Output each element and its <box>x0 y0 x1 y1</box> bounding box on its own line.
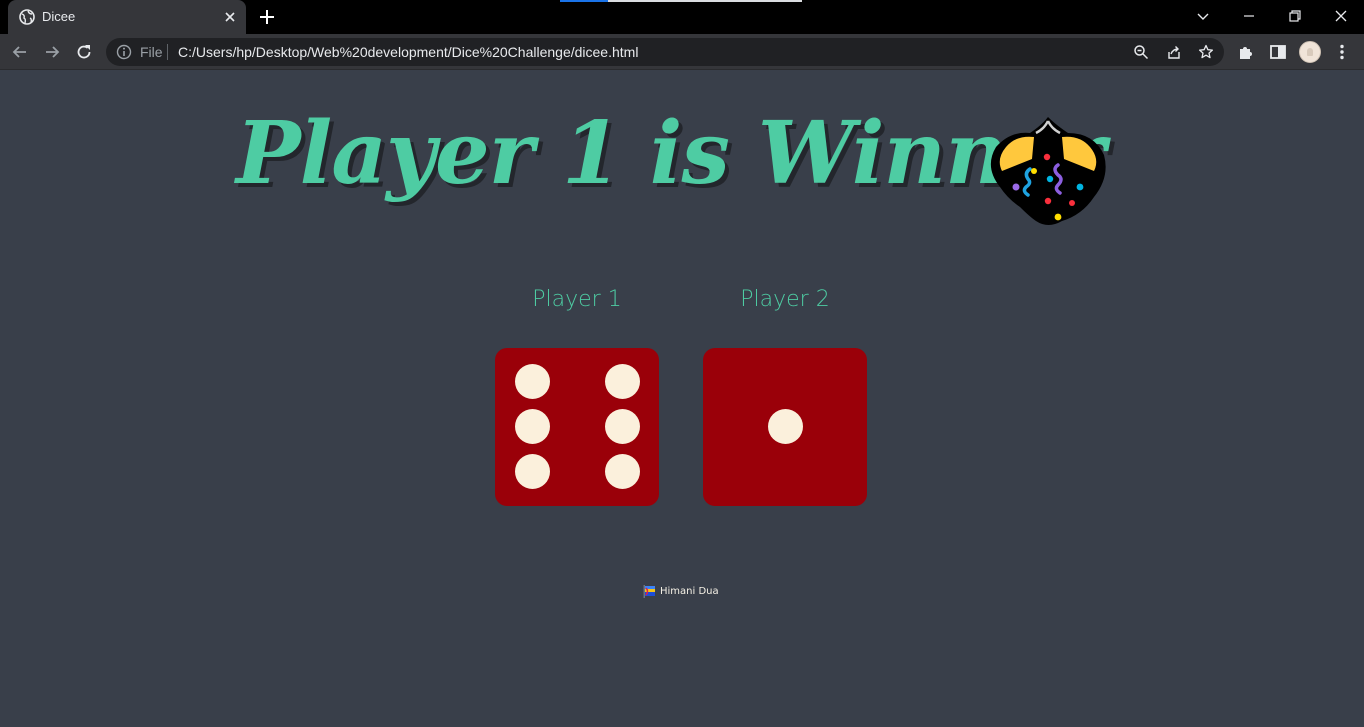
player-2-label: Player 2 <box>740 287 830 312</box>
dice-pip <box>515 454 550 489</box>
info-icon[interactable] <box>116 44 132 60</box>
party-popper-emoji <box>990 117 1106 225</box>
rainbow-flag-icon <box>643 584 655 598</box>
winner-headline: Player 1 is Winner <box>236 103 1106 204</box>
tab-search-icon[interactable] <box>1194 7 1212 25</box>
profile-avatar[interactable] <box>1299 41 1321 63</box>
close-tab-icon[interactable] <box>222 9 238 25</box>
avatar-glyph <box>1307 48 1313 56</box>
player-2-dice <box>703 348 867 506</box>
extensions-icon[interactable] <box>1236 42 1256 62</box>
dice-pip <box>605 454 640 489</box>
dice-pip <box>605 364 640 399</box>
zoom-out-icon[interactable] <box>1133 44 1149 60</box>
loading-progress-bar <box>560 0 802 2</box>
menu-kebab-icon[interactable] <box>1332 42 1352 62</box>
footer: Himani Dua <box>643 583 719 599</box>
reload-icon[interactable] <box>74 42 94 62</box>
close-window-icon[interactable] <box>1332 7 1350 25</box>
player-1-dice <box>495 348 659 506</box>
minimize-icon[interactable] <box>1240 7 1258 25</box>
address-bar[interactable]: File C:/Users/hp/Desktop/Web%20developme… <box>106 38 1224 66</box>
browser-toolbar: File C:/Users/hp/Desktop/Web%20developme… <box>0 34 1364 70</box>
browser-tab[interactable]: Dicee <box>8 0 246 34</box>
tab-title: Dicee <box>42 9 76 24</box>
footer-credit: Himani Dua <box>660 585 719 597</box>
restore-icon[interactable] <box>1286 7 1304 25</box>
share-icon[interactable] <box>1166 44 1182 60</box>
url-text[interactable]: C:/Users/hp/Desktop/Web%20development/Di… <box>178 44 638 60</box>
bookmark-star-icon[interactable] <box>1198 44 1214 60</box>
loading-progress-fill <box>560 0 608 2</box>
forward-arrow-icon[interactable] <box>42 42 62 62</box>
scheme-label: File <box>140 44 163 60</box>
omnibox-divider <box>167 44 168 60</box>
new-tab-icon[interactable] <box>258 8 276 26</box>
globe-icon <box>19 9 35 25</box>
dice-pip <box>515 364 550 399</box>
tab-strip: Dicee <box>0 0 1364 34</box>
dice-pip <box>605 409 640 444</box>
dice-pip <box>768 409 803 444</box>
back-arrow-icon[interactable] <box>10 42 30 62</box>
player-1-label: Player 1 <box>532 287 622 312</box>
dice-pip <box>515 409 550 444</box>
side-panel-icon[interactable] <box>1268 42 1288 62</box>
page-content: Player 1 is Winner Player 1 Player 2 Him… <box>0 71 1364 727</box>
